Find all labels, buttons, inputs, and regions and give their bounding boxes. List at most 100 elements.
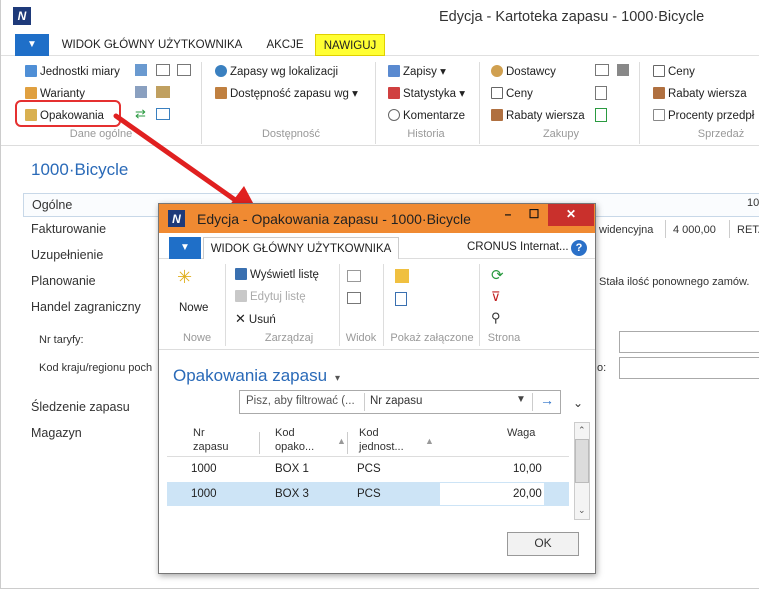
ribbon-separator xyxy=(375,62,376,144)
sort-icon[interactable]: ▲ xyxy=(337,436,346,446)
ribbon-separator xyxy=(479,62,480,144)
ribbon-purchase-line-discounts[interactable]: Rabaty wiersza xyxy=(491,108,585,124)
notes-icon[interactable] xyxy=(395,269,409,283)
ribbon-entries[interactable]: Zapisy ▾ xyxy=(388,64,446,80)
table-row-selected[interactable]: 1000 BOX 3 PCS 20,00 xyxy=(167,482,569,506)
ribbon-comments[interactable]: Komentarze xyxy=(388,108,465,124)
ribbon-units-of-measure[interactable]: Jednostki miary xyxy=(25,64,120,80)
ribbon-separator xyxy=(479,264,480,346)
document-icon[interactable] xyxy=(595,86,607,100)
expand-chevron-icon[interactable]: ⌄ xyxy=(573,396,583,410)
app-logo-icon: N xyxy=(13,7,31,25)
price-icon xyxy=(653,65,665,77)
app-menu-button[interactable]: ▼ xyxy=(15,34,49,56)
vendor-icon xyxy=(491,65,503,77)
refresh-icon[interactable]: ⟳ xyxy=(491,266,504,284)
divider xyxy=(665,220,666,238)
picture-icon[interactable] xyxy=(156,108,170,120)
list-title[interactable]: Opakowania zapasu ▾ xyxy=(173,366,340,386)
col-item-no[interactable]: Nr zapasu xyxy=(193,426,228,454)
table-row[interactable]: 1000 BOX 1 PCS 10,00 xyxy=(167,458,569,480)
ribbon-purchase-prices[interactable]: Ceny xyxy=(491,86,533,102)
search-icon[interactable] xyxy=(347,292,361,304)
entries-icon xyxy=(388,65,400,77)
dialog-ribbon: ✳ Nowe Wyświetl listę Edytuj listę ✕ Usuń… xyxy=(159,260,595,350)
discount-icon xyxy=(653,87,665,99)
vertical-scrollbar[interactable]: ⌃ ⌄ xyxy=(574,422,590,520)
col-unit-code[interactable]: Kod jednost... xyxy=(359,426,404,454)
ribbon-sales-prices[interactable]: Ceny xyxy=(653,64,695,80)
dialog-tab-bar: ▼ WIDOK GŁÓWNY UŻYTKOWNIKA CRONUS Intern… xyxy=(159,237,595,259)
delete-button[interactable]: ✕ Usuń xyxy=(235,311,276,327)
view-list-button[interactable]: Wyświetl listę xyxy=(235,268,319,281)
ribbon-separator xyxy=(383,264,384,346)
tariff-no-input[interactable] xyxy=(619,331,759,353)
reorder-policy-value: Stała ilość ponownego zamów. xyxy=(599,276,750,288)
comment-icon xyxy=(388,109,400,121)
scroll-down-icon[interactable]: ⌄ xyxy=(578,505,586,516)
links-icon[interactable] xyxy=(395,292,407,306)
maximize-button[interactable]: ☐ xyxy=(521,204,547,226)
edit-list-button[interactable]: Edytuj listę xyxy=(235,290,306,303)
close-button[interactable]: ✕ xyxy=(548,204,594,226)
small-icon[interactable] xyxy=(617,64,629,76)
scroll-up-icon[interactable]: ⌃ xyxy=(578,425,586,436)
general-value: 10 xyxy=(747,197,759,209)
group-manage: Zarządzaj xyxy=(264,332,314,344)
header-divider xyxy=(167,456,569,457)
cell-package-code: BOX 1 xyxy=(275,463,309,475)
find-icon[interactable]: ⚲ xyxy=(491,310,501,326)
tab-actions[interactable]: AKCJE xyxy=(255,34,315,56)
clear-filter-icon[interactable]: ⊽ xyxy=(491,289,501,305)
ribbon-prepayment-percentages[interactable]: Procenty przedpł xyxy=(653,108,754,124)
unit-cost-value: 4 000,00 xyxy=(673,224,716,236)
scroll-thumb[interactable] xyxy=(575,439,589,483)
filter-input[interactable]: Pisz, aby filtrować (... xyxy=(246,395,355,407)
small-icon[interactable] xyxy=(135,64,147,76)
group-purchases: Zakupy xyxy=(542,128,580,140)
highlight-box xyxy=(15,100,121,127)
globe-icon xyxy=(215,65,227,77)
ribbon-separator xyxy=(639,62,640,144)
sort-icon[interactable]: ▲ xyxy=(425,436,434,446)
cell-item-no: 1000 xyxy=(191,463,217,475)
tab-navigate[interactable]: NAWIGUJ xyxy=(315,34,385,56)
country-origin-input[interactable] xyxy=(619,357,759,379)
list-icon[interactable] xyxy=(156,64,170,76)
minimize-button[interactable]: – xyxy=(495,204,521,226)
ribbon-item-availability[interactable]: Dostępność zapasu wg ▾ xyxy=(215,86,358,102)
col-package-code[interactable]: Kod opako... xyxy=(275,426,314,454)
ribbon-separator xyxy=(201,62,202,144)
ok-button[interactable]: OK xyxy=(507,532,579,556)
weight-edit-input[interactable]: 20,00 xyxy=(439,482,545,506)
col-weight[interactable]: Waga xyxy=(507,426,535,440)
group-page: Strona xyxy=(487,332,521,344)
ribbon-vendors[interactable]: Dostawcy xyxy=(491,64,556,80)
ribbon-items-by-location[interactable]: Zapasy wg lokalizacji xyxy=(215,64,338,80)
view-list-icon xyxy=(235,268,247,280)
ribbon-statistics[interactable]: Statystyka ▾ xyxy=(388,86,465,102)
filter-bar: Pisz, aby filtrować (... Nr zapasu ▼ → xyxy=(239,390,561,414)
help-icon[interactable]: ? xyxy=(571,240,587,256)
dialog-menu-button[interactable]: ▼ xyxy=(169,237,201,259)
dialog-tab-home[interactable]: WIDOK GŁÓWNY UŻYTKOWNIKA xyxy=(203,237,399,259)
new-button[interactable]: Nowe xyxy=(179,302,208,314)
chevron-down-icon[interactable]: ▼ xyxy=(516,394,526,405)
apply-filter-arrow-icon[interactable]: → xyxy=(540,392,554,408)
document-icon[interactable] xyxy=(595,108,607,122)
new-icon[interactable]: ✳ xyxy=(177,267,199,287)
availability-icon xyxy=(215,87,227,99)
company-name[interactable]: CRONUS Internat... xyxy=(467,241,569,253)
swap-icon[interactable]: ⇄ xyxy=(135,107,147,120)
item-icon[interactable] xyxy=(156,86,170,98)
divider xyxy=(532,393,533,411)
ribbon-sales-line-discounts[interactable]: Rabaty wiersza xyxy=(653,86,747,102)
view-icon[interactable] xyxy=(347,270,361,282)
barcode-icon[interactable] xyxy=(177,64,191,76)
group-show-attached: Pokaż załączone xyxy=(390,332,474,344)
filter-field-select[interactable]: Nr zapasu xyxy=(370,395,422,407)
tab-home[interactable]: WIDOK GŁÓWNY UŻYTKOWNIKA xyxy=(57,34,247,56)
tree-icon[interactable] xyxy=(135,86,147,98)
small-icon[interactable] xyxy=(595,64,609,76)
dialog-title-bar: N Edycja - Opakowania zapasu - 1000·Bicy… xyxy=(159,204,595,233)
